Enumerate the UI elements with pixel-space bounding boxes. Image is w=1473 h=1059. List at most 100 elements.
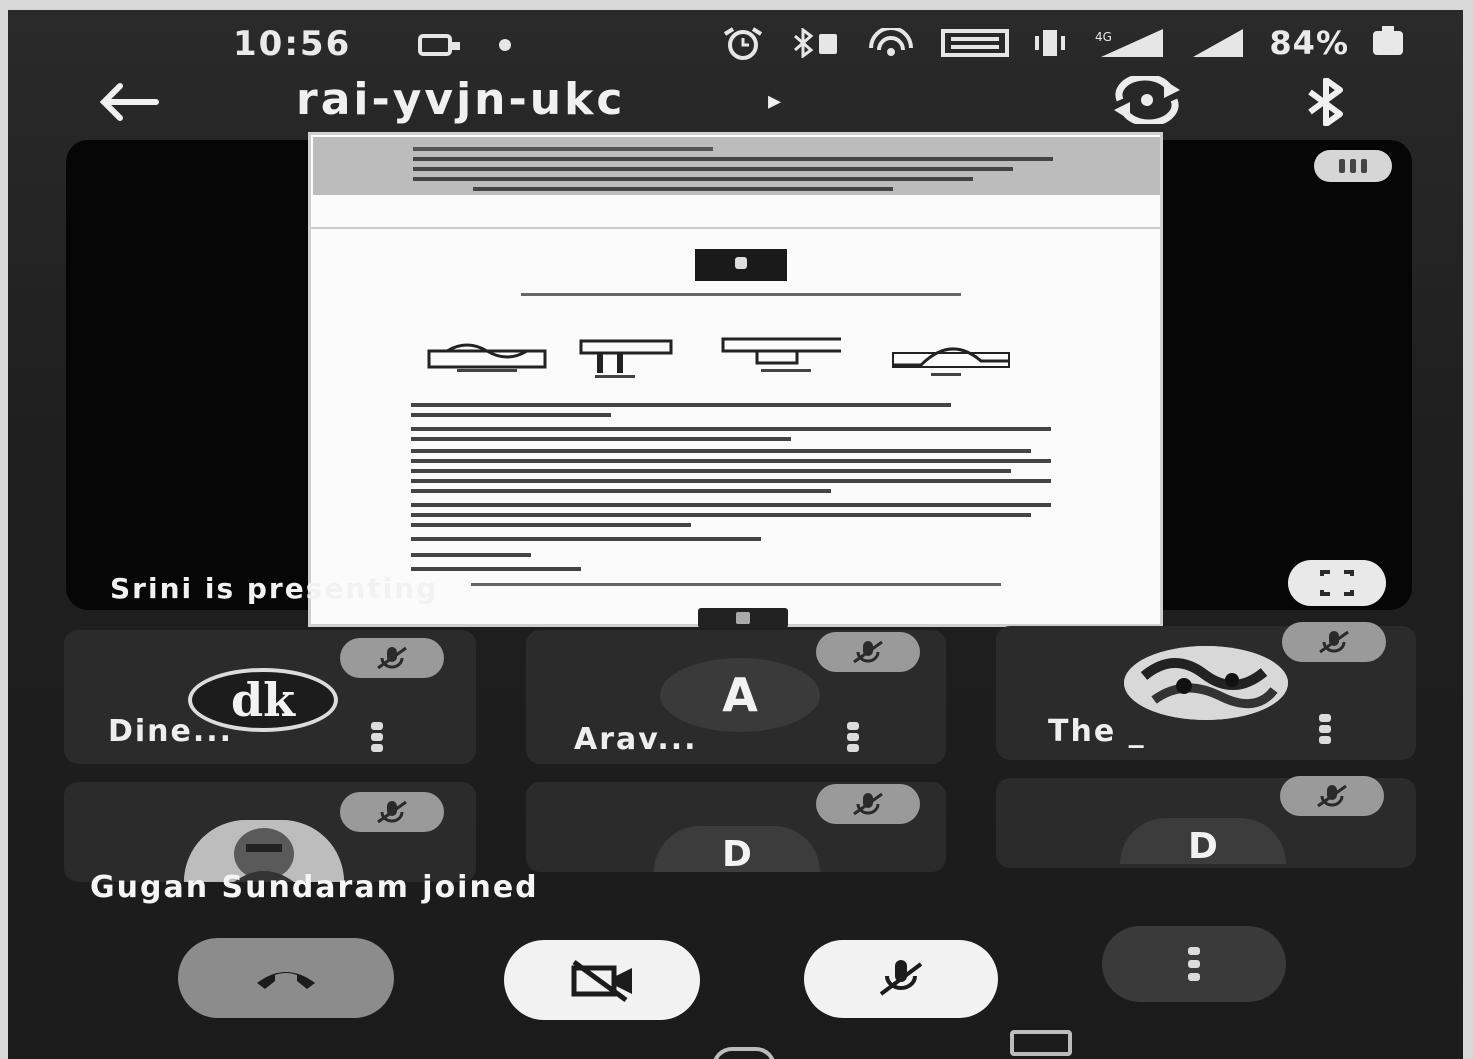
doc-line bbox=[411, 537, 761, 541]
status-time: 10:56 bbox=[233, 24, 352, 64]
hotspot-icon bbox=[869, 28, 914, 56]
participant-more-button[interactable] bbox=[370, 722, 384, 752]
more-options-icon bbox=[1339, 159, 1345, 173]
battery-percent: 84% bbox=[1269, 24, 1349, 62]
bluetooth-icon bbox=[1308, 77, 1343, 127]
more-vert-icon bbox=[1187, 947, 1201, 981]
more-vert-icon-dot bbox=[1188, 960, 1200, 968]
audio-output-button[interactable] bbox=[1304, 77, 1348, 127]
mic-toggle-button[interactable] bbox=[804, 940, 998, 1018]
doc-line bbox=[413, 167, 1013, 171]
doc-line bbox=[411, 489, 831, 493]
camera-toggle-button[interactable] bbox=[504, 940, 700, 1020]
fullscreen-icon bbox=[1320, 570, 1354, 596]
status-system-icons: 4G 84% bbox=[719, 24, 1403, 62]
shared-document-slide bbox=[308, 132, 1163, 627]
document-header-band bbox=[313, 137, 1160, 195]
more-vert-icon-dot bbox=[371, 744, 383, 752]
end-call-icon bbox=[257, 972, 315, 989]
mic-off-icon bbox=[879, 960, 923, 996]
participant-muted-badge bbox=[816, 784, 920, 824]
more-actions-button[interactable] bbox=[1102, 926, 1286, 1002]
presenter-label: Srini is presenting bbox=[110, 572, 439, 605]
avatar: D bbox=[654, 826, 820, 875]
participant-muted-badge bbox=[1282, 622, 1386, 662]
more-vert-icon-dot bbox=[371, 733, 383, 741]
doc-line bbox=[411, 437, 791, 441]
document-figure-1 bbox=[427, 343, 547, 372]
nav-home-button[interactable] bbox=[712, 1047, 776, 1059]
doc-line bbox=[473, 187, 893, 191]
doc-line bbox=[413, 177, 973, 181]
fullscreen-button[interactable] bbox=[1288, 560, 1386, 606]
document-figure-2 bbox=[579, 339, 673, 378]
more-vert-icon bbox=[371, 722, 383, 730]
more-vert-icon-dot bbox=[847, 733, 859, 741]
document-figure-3 bbox=[721, 337, 841, 372]
avatar: A bbox=[660, 658, 820, 732]
doc-line bbox=[411, 567, 581, 571]
volte-icon bbox=[941, 29, 1010, 57]
participant-muted-badge bbox=[816, 632, 920, 672]
mic-off-icon bbox=[377, 800, 407, 824]
presentation-options-button[interactable] bbox=[1314, 150, 1392, 182]
mic-off-icon bbox=[377, 646, 407, 670]
participant-name: The _ bbox=[1048, 714, 1146, 749]
doc-line bbox=[411, 449, 1031, 453]
more-vert-icon bbox=[1319, 714, 1331, 722]
doc-line bbox=[411, 459, 1051, 463]
switch-camera-button[interactable] bbox=[1106, 73, 1188, 127]
more-vert-icon-dot bbox=[1319, 736, 1331, 744]
arrow-left-icon bbox=[99, 83, 159, 121]
avatar-photo bbox=[1124, 646, 1288, 720]
battery-icon bbox=[1373, 26, 1403, 55]
meeting-info-caret-icon[interactable]: ▸ bbox=[768, 86, 781, 116]
svg-text:4G: 4G bbox=[1095, 30, 1112, 44]
doc-line bbox=[411, 403, 951, 407]
document-logo bbox=[695, 249, 787, 281]
mic-off-icon bbox=[853, 640, 883, 664]
mic-off-icon bbox=[1317, 784, 1347, 808]
more-options-icon-bar bbox=[1361, 159, 1367, 173]
status-notification-icons bbox=[418, 32, 512, 58]
switch-camera-icon bbox=[1114, 73, 1180, 127]
end-call-button[interactable] bbox=[178, 938, 394, 1018]
camera-off-icon bbox=[571, 959, 632, 1002]
document-figure-4 bbox=[892, 347, 1010, 376]
participant-muted-badge bbox=[1280, 776, 1384, 816]
doc-line bbox=[471, 583, 1001, 586]
mic-off-icon bbox=[853, 792, 883, 816]
more-vert-icon-dot bbox=[1319, 725, 1331, 733]
doc-divider bbox=[311, 227, 1160, 229]
more-vert-icon-dot bbox=[847, 744, 859, 752]
nav-recents-button[interactable] bbox=[1010, 1030, 1072, 1056]
slide-drag-handle[interactable] bbox=[698, 608, 788, 628]
doc-line bbox=[411, 523, 691, 527]
doc-line bbox=[411, 469, 1011, 473]
status-bar: 10:56 4G 84% bbox=[8, 10, 1463, 72]
participant-muted-badge bbox=[340, 792, 444, 832]
doc-caption-line bbox=[521, 293, 961, 296]
doc-line bbox=[411, 553, 531, 557]
vibrate-icon bbox=[1035, 30, 1066, 56]
avatar-image bbox=[1124, 646, 1288, 720]
doc-line bbox=[413, 147, 713, 151]
meet-screen: 10:56 4G 84% rai-yvjn-ukc ▸ Srini is pre… bbox=[8, 10, 1463, 1059]
participant-name: Arav... bbox=[574, 722, 698, 757]
doc-line bbox=[411, 413, 611, 417]
participant-more-button[interactable] bbox=[1318, 714, 1332, 744]
more-vert-icon-dot bbox=[1188, 947, 1200, 955]
alarm-icon bbox=[724, 27, 763, 60]
signal-icon bbox=[1193, 29, 1244, 57]
meeting-code-title[interactable]: rai-yvjn-ukc bbox=[296, 74, 625, 125]
back-button[interactable] bbox=[96, 80, 160, 130]
dot-icon bbox=[499, 39, 511, 51]
presentation-panel[interactable]: Srini is presenting bbox=[66, 132, 1412, 627]
participant-muted-badge bbox=[340, 638, 444, 678]
doc-line bbox=[411, 427, 1051, 431]
cast-icon bbox=[418, 34, 460, 56]
participant-joined-toast: Gugan Sundaram joined bbox=[90, 870, 539, 905]
bluetooth-battery-icon bbox=[794, 28, 838, 58]
doc-line bbox=[411, 479, 1051, 483]
participant-more-button[interactable] bbox=[846, 722, 860, 752]
